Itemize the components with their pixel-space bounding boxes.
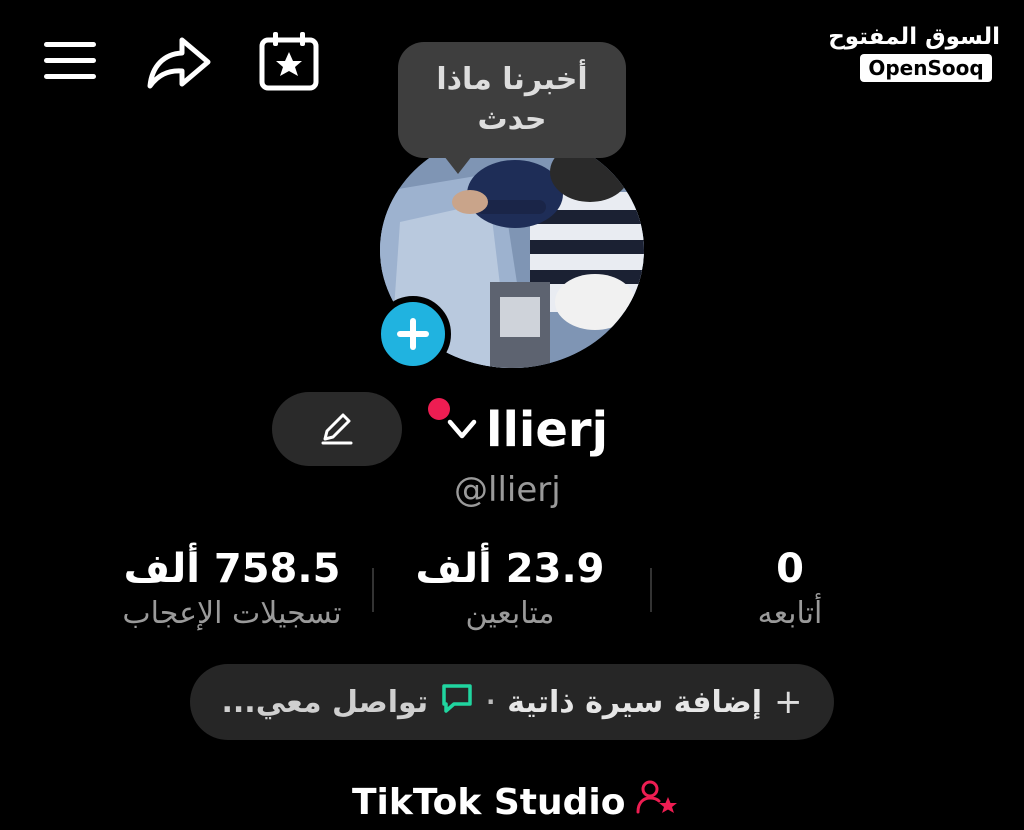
stat-followers[interactable]: 23.9 ألف متابعين	[400, 544, 620, 634]
contact-me-link[interactable]: تواصل معي...	[222, 685, 429, 720]
pencil-icon	[321, 413, 353, 445]
plus-icon-vertical	[410, 318, 416, 350]
plus-icon: +	[774, 682, 803, 722]
stat-following[interactable]: 0 أتابعه	[720, 544, 860, 634]
username: @llierj	[454, 470, 561, 510]
stat-divider	[650, 568, 652, 612]
calendar-star-icon[interactable]	[256, 30, 322, 92]
add-bio-link[interactable]: إضافة سيرة ذاتية	[507, 685, 762, 720]
watermark-arabic-text: السوق المفتوح	[828, 24, 1000, 50]
tooltip-line-1: أخبرنا ماذا	[436, 62, 588, 97]
stat-divider	[372, 568, 374, 612]
tooltip-tail	[444, 156, 472, 174]
following-count: 0	[776, 546, 804, 592]
likes-label: تسجيلات الإعجاب	[122, 596, 342, 631]
share-arrow-icon[interactable]	[144, 34, 214, 92]
hamburger-menu-icon[interactable]	[40, 38, 100, 84]
display-name[interactable]: llierj	[486, 400, 608, 460]
watermark-english-text: OpenSooq	[860, 54, 992, 82]
edit-profile-button[interactable]	[272, 392, 402, 466]
tooltip-line-2: حدث	[477, 102, 547, 137]
stat-likes[interactable]: 758.5 ألف تسجيلات الإعجاب	[84, 544, 380, 634]
status-tooltip-bubble[interactable]: أخبرنا ماذا حدث	[398, 42, 626, 158]
followers-count: 23.9 ألف	[415, 546, 605, 592]
likes-count: 758.5 ألف	[123, 546, 341, 592]
chevron-down-icon[interactable]	[444, 414, 480, 444]
add-story-button[interactable]	[375, 296, 451, 372]
followers-label: متابعين	[465, 596, 555, 631]
tiktok-studio-button[interactable]: TikTok Studio	[352, 778, 679, 826]
chat-bubble-icon	[440, 682, 474, 722]
studio-label: TikTok Studio	[352, 781, 626, 823]
bio-separator: ·	[486, 688, 496, 716]
opensooq-watermark: السوق المفتوح OpenSooq	[828, 22, 1000, 82]
bio-pill[interactable]: + إضافة سيرة ذاتية · تواصل معي...	[190, 664, 834, 740]
following-label: أتابعه	[757, 596, 823, 631]
creator-star-icon	[635, 778, 679, 827]
